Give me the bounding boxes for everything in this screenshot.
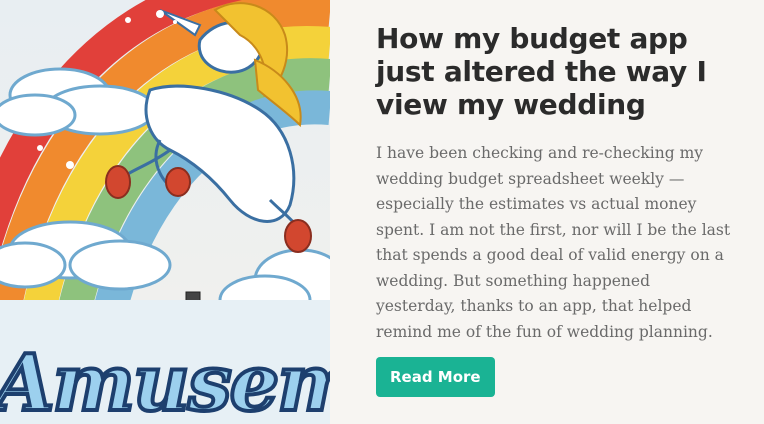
post-thumbnail[interactable]: Amuseme [0, 0, 330, 424]
post-title[interactable]: How my budget app just altered the way I… [376, 22, 742, 121]
read-more-button[interactable]: Read More [376, 357, 495, 397]
post-excerpt: I have been checking and re-checking my … [376, 144, 731, 341]
post-card: Amuseme How my budget app just altered t… [0, 0, 764, 424]
post-content: How my budget app just altered the way I… [330, 0, 764, 424]
unicorn-rainbow-image: Amuseme [0, 0, 330, 424]
sign-text: Amuseme [0, 338, 330, 424]
